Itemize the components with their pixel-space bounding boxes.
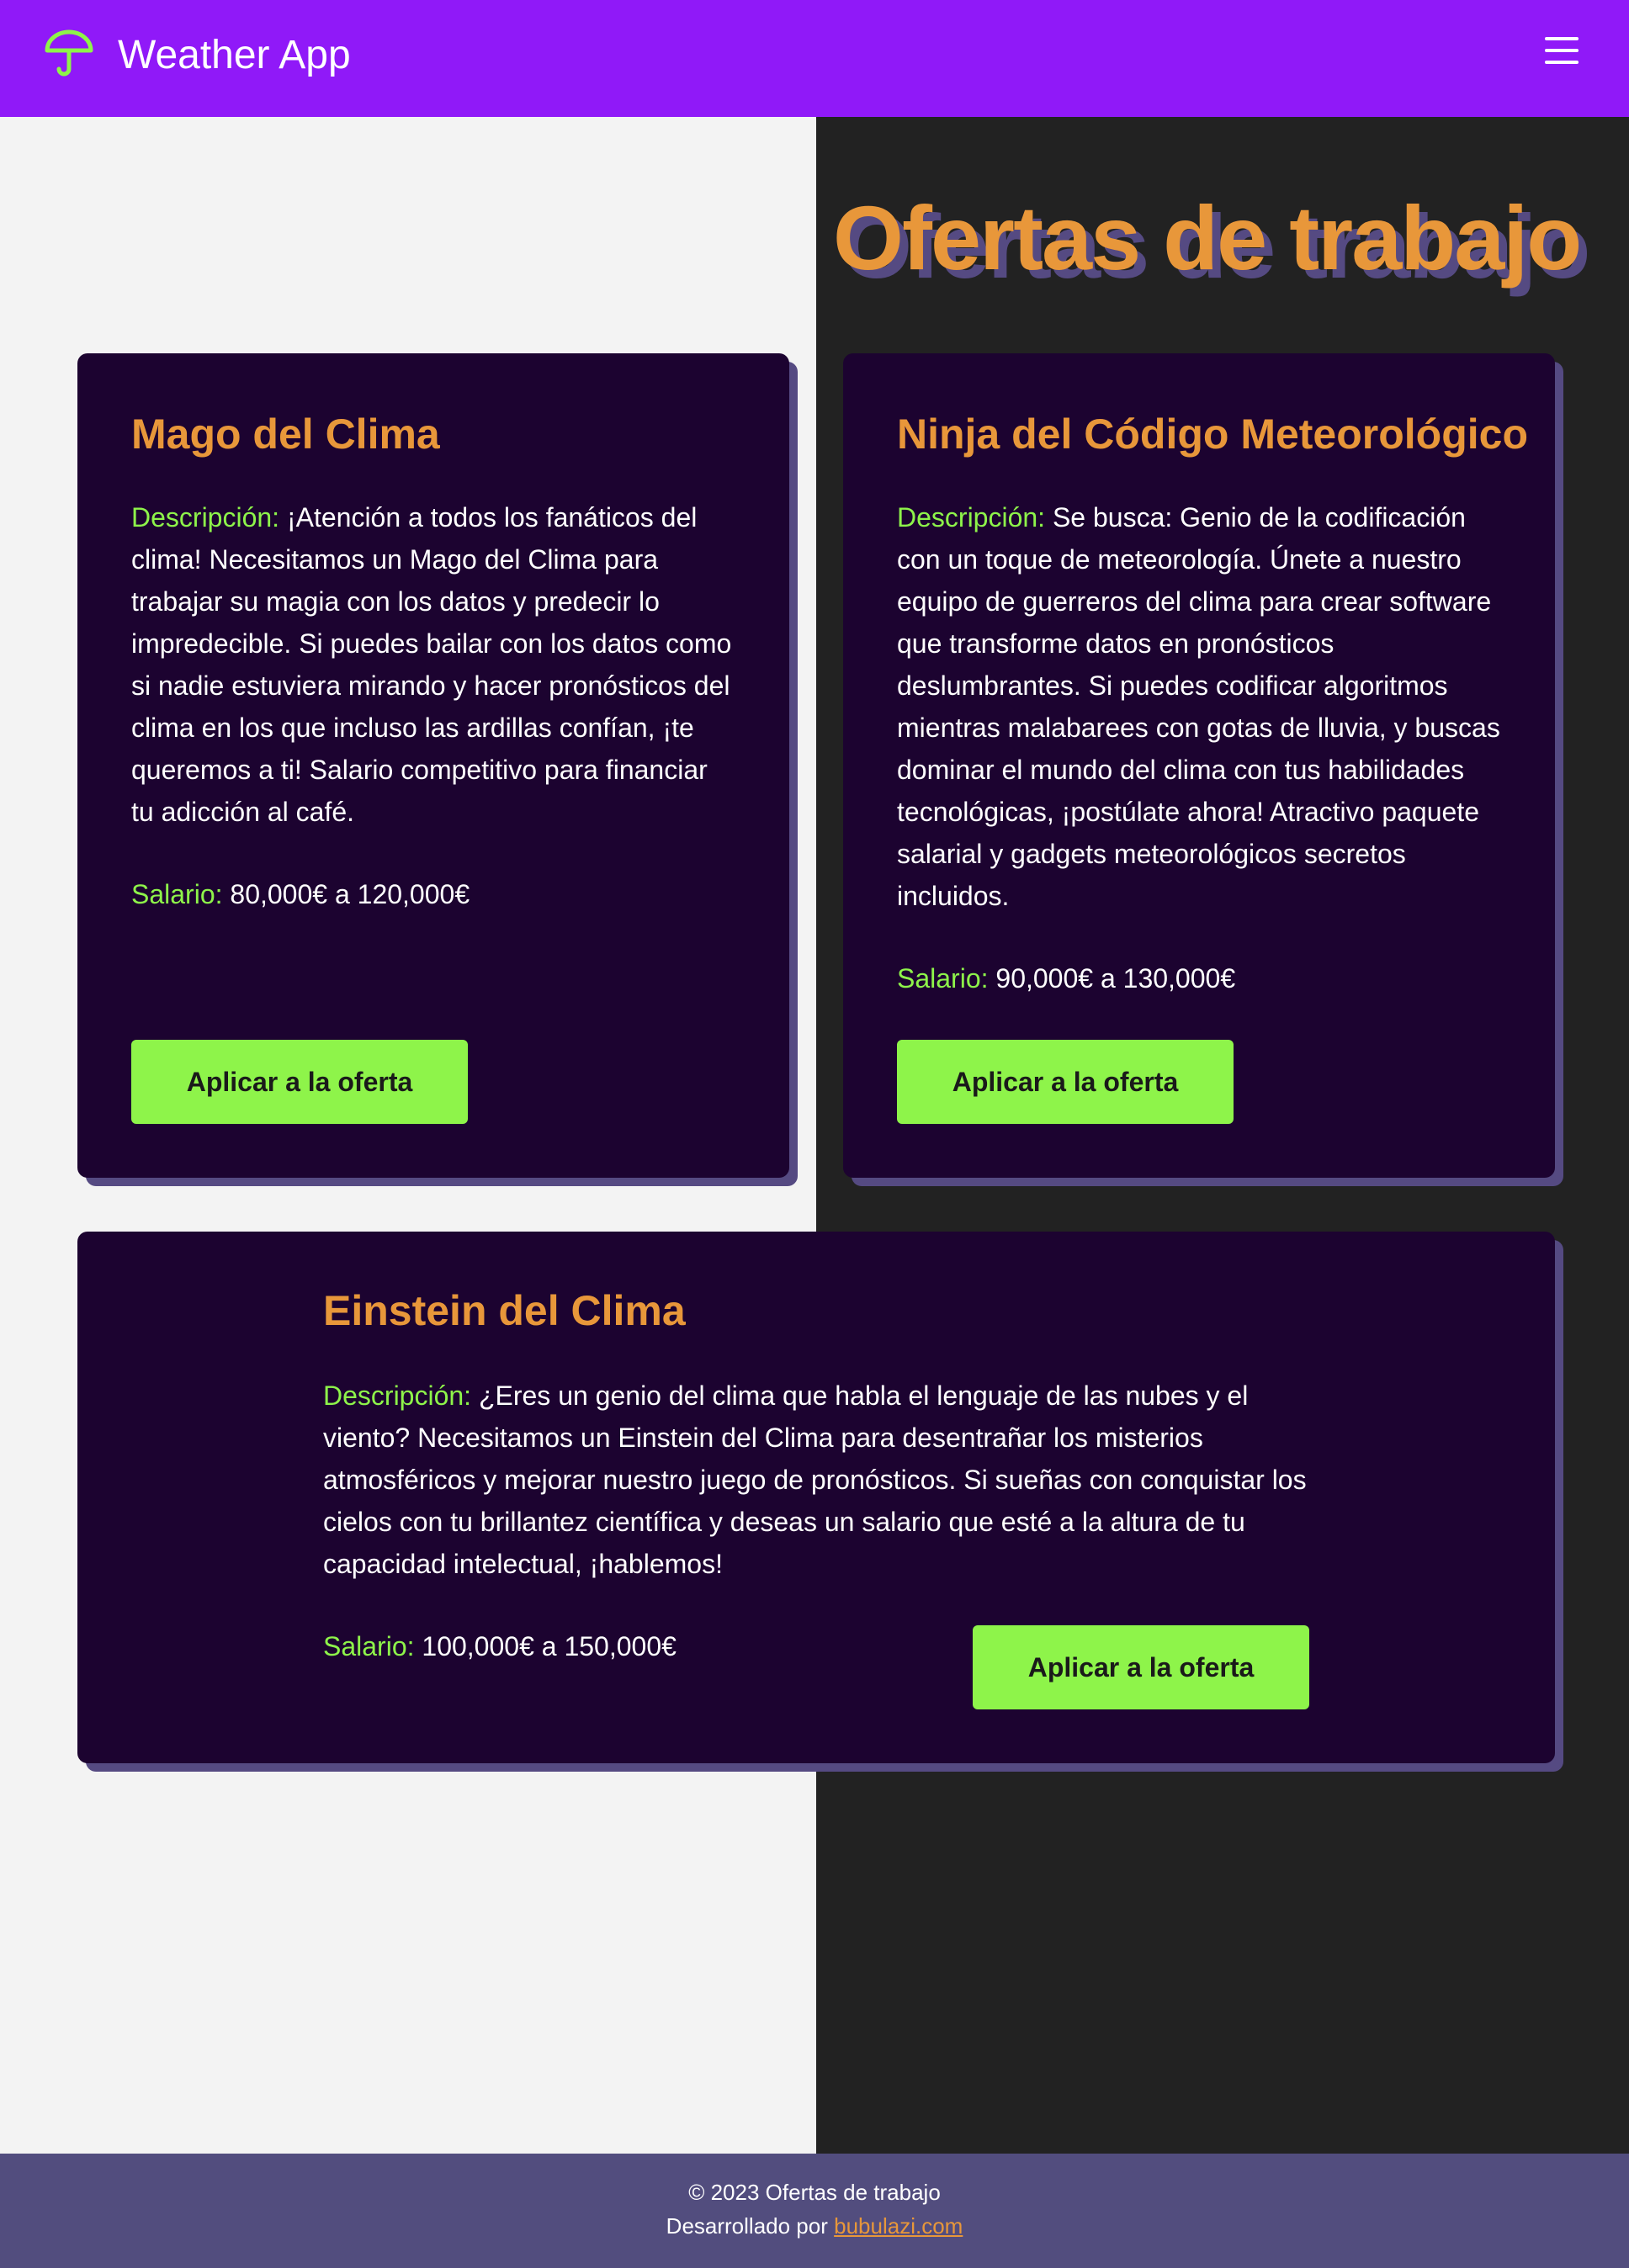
job-card: Ninja del Código Meteorológico Descripci…: [843, 353, 1555, 1178]
description-text: ¡Atención a todos los fanáticos del clim…: [131, 502, 732, 827]
description-text: ¿Eres un genio del clima que habla el le…: [323, 1380, 1307, 1579]
developer-credit: Desarrollado por bubulazi.com: [0, 2209, 1629, 2243]
job-title: Einstein del Clima: [323, 1287, 686, 1334]
page-footer: © 2023 Ofertas de trabajo Desarrollado p…: [0, 2154, 1629, 2268]
salary-label: Salario:: [897, 963, 989, 994]
job-title: Ninja del Código Meteorológico: [897, 411, 1528, 458]
description-label: Descripción:: [323, 1380, 472, 1411]
job-description: Descripción: ¿Eres un genio del clima qu…: [323, 1375, 1341, 1585]
salary-label: Salario:: [323, 1631, 415, 1661]
job-salary: Salario: 80,000€ a 120,000€: [131, 873, 737, 915]
job-description: Descripción: ¡Atención a todos los fanát…: [131, 496, 737, 833]
job-title: Mago del Clima: [131, 411, 440, 458]
apply-button[interactable]: Aplicar a la oferta: [897, 1040, 1234, 1124]
job-card: Einstein del Clima Descripción: ¿Eres un…: [77, 1232, 1555, 1763]
job-description: Descripción: Se busca: Genio de la codif…: [897, 496, 1511, 917]
salary-value: 80,000€ a 120,000€: [230, 879, 470, 909]
developed-by-label: Desarrollado por: [666, 2213, 828, 2239]
description-label: Descripción:: [897, 502, 1046, 533]
job-salary: Salario: 100,000€ a 150,000€: [323, 1625, 912, 1667]
job-salary: Salario: 90,000€ a 130,000€: [897, 957, 1511, 999]
developer-link[interactable]: bubulazi.com: [834, 2213, 963, 2239]
app-header: Weather App: [0, 0, 1629, 117]
umbrella-icon[interactable]: [44, 29, 94, 79]
hamburger-menu-icon[interactable]: [1541, 34, 1582, 67]
description-text: Se busca: Genio de la codificación con u…: [897, 502, 1500, 911]
salary-label: Salario:: [131, 879, 223, 909]
app-title[interactable]: Weather App: [118, 25, 351, 86]
copyright-text: © 2023 Ofertas de trabajo: [688, 2180, 941, 2205]
description-label: Descripción:: [131, 502, 280, 533]
apply-button[interactable]: Aplicar a la oferta: [131, 1040, 468, 1124]
apply-button[interactable]: Aplicar a la oferta: [973, 1625, 1309, 1709]
page-title: Ofertas de trabajo: [833, 187, 1582, 289]
salary-value: 90,000€ a 130,000€: [995, 963, 1236, 994]
job-card: Mago del Clima Descripción: ¡Atención a …: [77, 353, 789, 1178]
salary-value: 100,000€ a 150,000€: [422, 1631, 677, 1661]
